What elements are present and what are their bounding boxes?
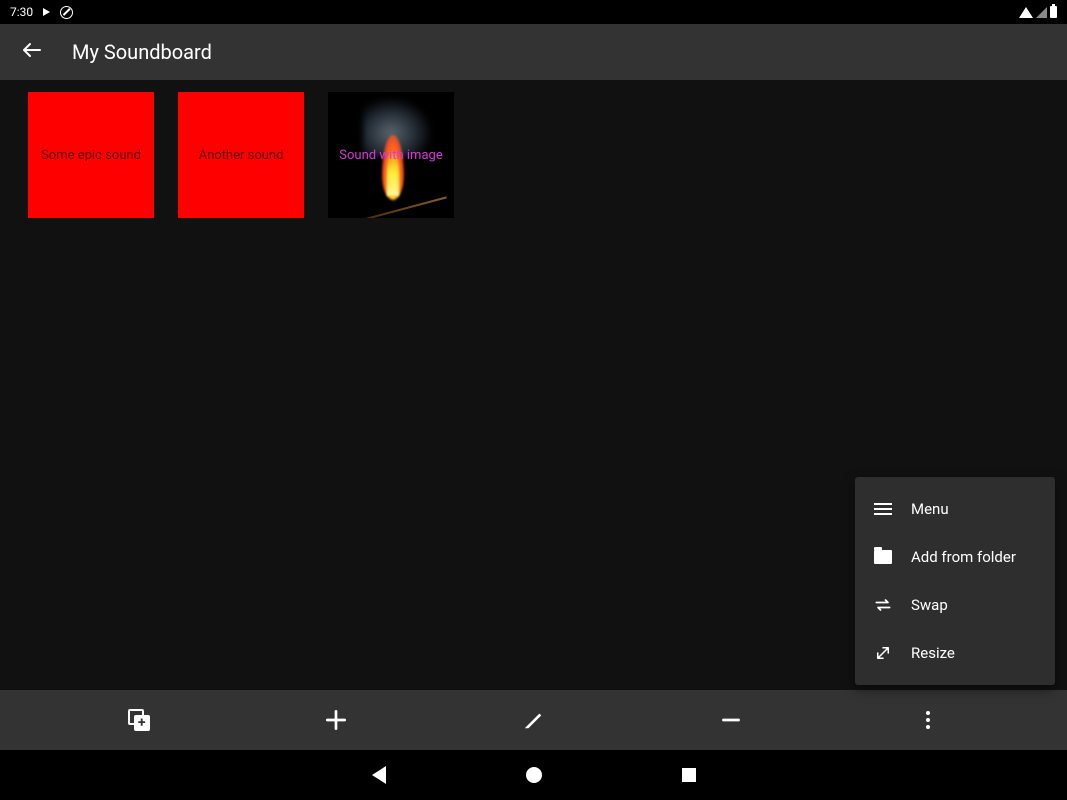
menu-item-label: Menu xyxy=(911,500,949,518)
signal-icon xyxy=(1036,7,1047,18)
status-left: 7:30 xyxy=(10,5,73,19)
plus-icon xyxy=(323,707,349,733)
add-library-button[interactable]: + xyxy=(119,700,159,740)
sound-tile-label: Another sound xyxy=(199,148,284,163)
folder-icon xyxy=(873,547,893,567)
status-time: 7:30 xyxy=(10,5,33,19)
bottom-toolbar: + xyxy=(0,690,1067,750)
status-right xyxy=(1019,6,1057,18)
sound-tile-label: Sound with image xyxy=(339,148,442,163)
menu-icon xyxy=(873,499,893,519)
sound-tile-label: Some epic sound xyxy=(41,148,141,163)
menu-item-swap[interactable]: Swap xyxy=(855,581,1055,629)
pencil-icon xyxy=(522,709,544,731)
battery-icon xyxy=(1050,6,1057,18)
menu-item-menu[interactable]: Menu xyxy=(855,485,1055,533)
nav-home-button[interactable] xyxy=(526,767,542,783)
edit-button[interactable] xyxy=(513,700,553,740)
remove-button[interactable] xyxy=(711,700,751,740)
menu-item-resize[interactable]: Resize xyxy=(855,629,1055,677)
sound-tile[interactable]: Sound with image xyxy=(328,92,454,218)
wifi-icon xyxy=(1019,7,1033,18)
menu-item-label: Resize xyxy=(911,644,955,662)
notification-icon xyxy=(60,6,73,19)
sound-tile[interactable]: Some epic sound xyxy=(28,92,154,218)
system-nav-bar xyxy=(0,750,1067,800)
add-library-icon: + xyxy=(128,709,150,731)
more-vertical-icon xyxy=(926,711,930,729)
app-bar: My Soundboard xyxy=(0,24,1067,80)
resize-icon xyxy=(873,643,893,663)
menu-item-label: Swap xyxy=(911,596,948,614)
menu-item-add-from-folder[interactable]: Add from folder xyxy=(855,533,1055,581)
overflow-button[interactable] xyxy=(908,700,948,740)
sound-tile[interactable]: Another sound xyxy=(178,92,304,218)
overflow-popup-menu: Menu Add from folder Swap Resize xyxy=(855,477,1055,685)
page-title: My Soundboard xyxy=(72,40,212,64)
swap-icon xyxy=(873,595,893,615)
minus-icon xyxy=(718,707,744,733)
add-button[interactable] xyxy=(316,700,356,740)
menu-item-label: Add from folder xyxy=(911,548,1016,566)
play-indicator-icon xyxy=(43,8,50,16)
status-bar: 7:30 xyxy=(0,0,1067,24)
nav-recent-button[interactable] xyxy=(682,768,696,782)
back-button[interactable] xyxy=(20,38,44,66)
nav-back-button[interactable] xyxy=(372,766,386,784)
